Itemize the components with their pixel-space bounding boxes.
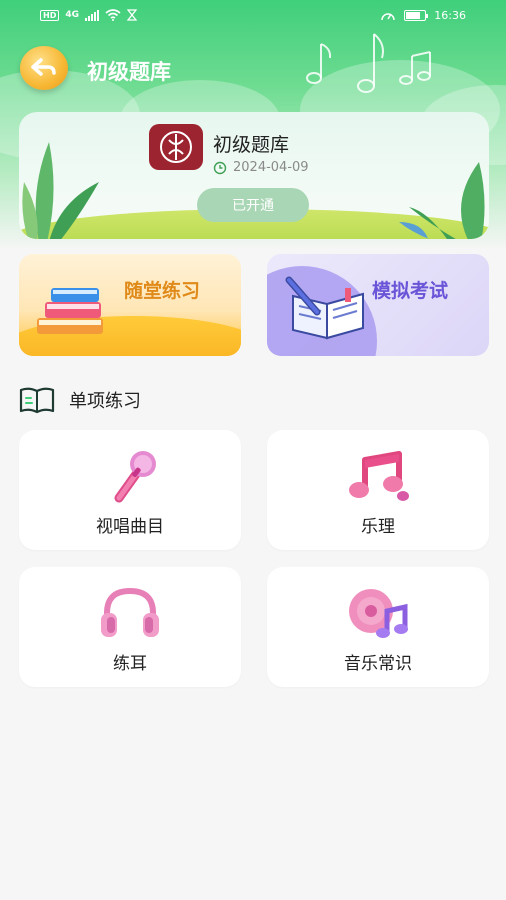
tile-label: 音乐常识 — [344, 654, 412, 674]
hourglass-icon — [127, 9, 137, 21]
back-button[interactable] — [20, 46, 68, 90]
status-bar: HD 4G 16:36 — [0, 0, 506, 32]
status-time: 16:36 — [434, 9, 466, 22]
practice-card[interactable]: 随堂练习 — [19, 254, 241, 356]
practice-label: 随堂练习 — [124, 280, 201, 302]
course-title: 初级题库 — [213, 134, 290, 156]
headphones-icon — [101, 587, 159, 637]
hd-indicator: HD — [40, 9, 60, 21]
tile-music-knowledge[interactable]: 音乐常识 — [267, 567, 489, 687]
plant-left-decoration — [22, 142, 99, 239]
music-note-icon — [349, 451, 409, 501]
tile-sight-singing[interactable]: 视唱曲目 — [19, 430, 241, 550]
tile-label: 练耳 — [113, 654, 147, 674]
notebook-pen-icon — [285, 276, 364, 340]
mock-exam-card[interactable]: 模拟考试 — [267, 254, 489, 356]
battery-icon — [404, 10, 429, 21]
book-open-icon — [19, 387, 55, 414]
tile-ear-training[interactable]: 练耳 — [19, 567, 241, 687]
logo-emblem-icon — [160, 131, 192, 163]
network-indicator: 4G — [65, 10, 79, 20]
tile-label: 视唱曲目 — [96, 517, 164, 537]
mock-exam-label: 模拟考试 — [372, 280, 449, 302]
speedometer-icon — [381, 12, 396, 20]
section-title: 单项练习 — [69, 391, 141, 412]
tile-label: 乐理 — [361, 517, 395, 537]
plant-right-decoration — [399, 162, 485, 239]
tile-music-theory[interactable]: 乐理 — [267, 430, 489, 550]
wifi-icon — [105, 9, 121, 21]
course-date-text: 2024-04-09 — [233, 160, 309, 175]
back-arrow-icon — [31, 58, 56, 76]
clock-icon — [213, 161, 227, 174]
music-notes-decoration — [286, 30, 436, 109]
course-date: 2024-04-09 — [213, 160, 309, 175]
vinyl-record-icon — [349, 589, 408, 638]
course-info-card: 初级题库 2024-04-09 已开通 — [19, 112, 489, 239]
books-icon — [37, 288, 103, 334]
section-header: 单项练习 — [19, 386, 141, 414]
page-title: 初级题库 — [87, 60, 171, 84]
activated-status-button[interactable]: 已开通 — [197, 188, 309, 222]
signal-icon — [85, 9, 99, 21]
microphone-icon — [114, 451, 156, 503]
course-logo — [149, 124, 203, 170]
